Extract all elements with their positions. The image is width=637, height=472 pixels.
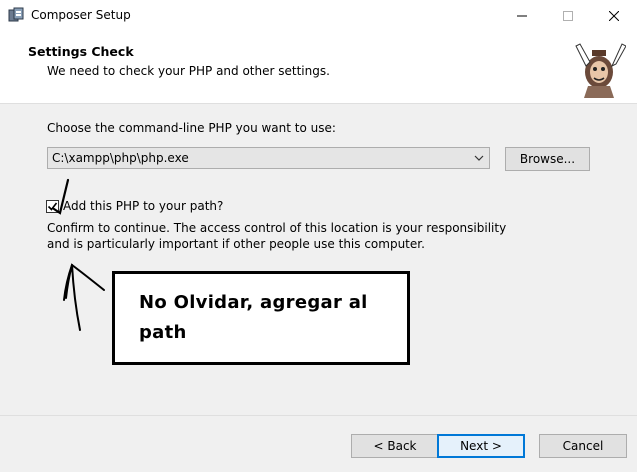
minimize-button[interactable] bbox=[499, 0, 545, 31]
next-button-label: Next > bbox=[460, 439, 502, 453]
page-subtitle: We need to check your PHP and other sett… bbox=[47, 64, 330, 78]
cancel-button-label: Cancel bbox=[562, 439, 604, 453]
browse-button[interactable]: Browse... bbox=[505, 147, 590, 171]
chevron-down-icon bbox=[474, 155, 484, 161]
add-to-path-label[interactable]: Add this PHP to your path? bbox=[63, 199, 223, 213]
title-bar: Composer Setup bbox=[0, 0, 637, 31]
back-button[interactable]: < Back bbox=[351, 434, 439, 458]
composer-app-icon bbox=[8, 7, 24, 22]
browse-button-label: Browse... bbox=[519, 152, 576, 166]
php-path-select[interactable]: C:\xampp\php\php.exe bbox=[47, 147, 490, 169]
minimize-icon bbox=[517, 15, 527, 16]
maximize-icon bbox=[563, 10, 573, 21]
annotation-note-box: No Olvidar, agregar al path bbox=[112, 271, 410, 365]
page-title: Settings Check bbox=[28, 44, 134, 59]
composer-logo-icon bbox=[575, 43, 626, 98]
close-icon bbox=[609, 10, 619, 21]
window-title: Composer Setup bbox=[31, 8, 131, 22]
confirm-notice: Confirm to continue. The access control … bbox=[47, 221, 507, 251]
back-button-label: < Back bbox=[373, 439, 417, 453]
maximize-button[interactable] bbox=[545, 0, 591, 31]
close-button[interactable] bbox=[591, 0, 637, 31]
next-button[interactable]: Next > bbox=[437, 434, 525, 458]
php-path-value: C:\xampp\php\php.exe bbox=[52, 151, 189, 165]
choose-php-label: Choose the command-line PHP you want to … bbox=[47, 121, 336, 135]
checkmark-icon bbox=[47, 202, 58, 211]
annotation-note-text: No Olvidar, agregar al path bbox=[139, 292, 368, 343]
cancel-button[interactable]: Cancel bbox=[539, 434, 627, 458]
add-to-path-checkbox[interactable] bbox=[46, 200, 59, 213]
